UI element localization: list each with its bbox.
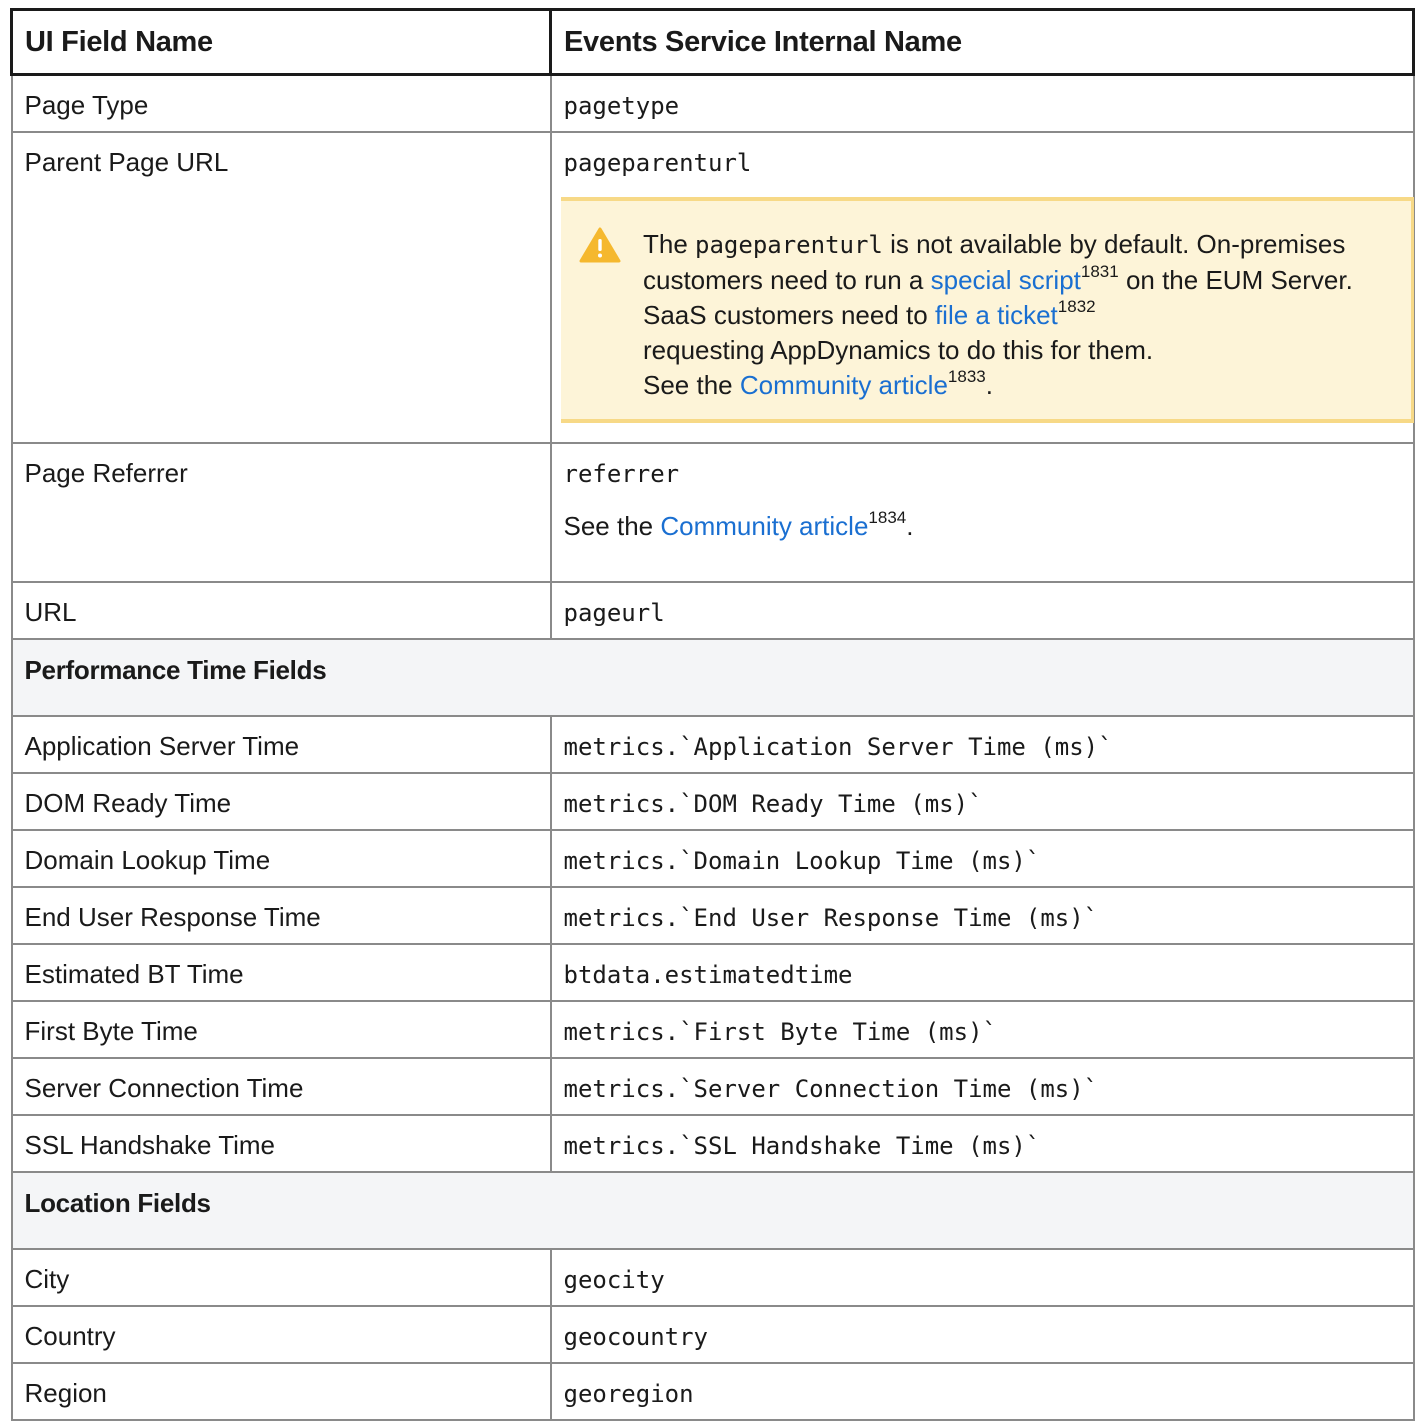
- table-row: SSL Handshake Time metrics.`SSL Handshak…: [10, 1114, 1415, 1173]
- field-label: Parent Page URL: [10, 131, 552, 444]
- warning-text-part: See the: [643, 370, 740, 400]
- field-label: Region: [10, 1362, 552, 1421]
- field-value-cell: referrer See the Community article1834.: [549, 442, 1415, 583]
- field-value: metrics.`End User Response Time (ms)`: [563, 904, 1099, 932]
- field-label: City: [10, 1248, 552, 1307]
- field-value: geocity: [563, 1266, 665, 1294]
- note-text: .: [906, 511, 914, 541]
- field-value: metrics.`DOM Ready Time (ms)`: [563, 790, 983, 818]
- table-row: Domain Lookup Time metrics.`Domain Looku…: [10, 829, 1415, 888]
- table-row: End User Response Time metrics.`End User…: [10, 886, 1415, 945]
- table-row: Estimated BT Time btdata.estimatedtime: [10, 943, 1415, 1002]
- field-value-cell: pageurl: [549, 581, 1415, 640]
- field-label: Page Referrer: [10, 442, 552, 583]
- field-value-cell: metrics.`SSL Handshake Time (ms)`: [549, 1114, 1415, 1173]
- footnote-ref: 1833: [947, 367, 986, 386]
- field-value: geocountry: [563, 1323, 709, 1351]
- field-value: metrics.`Server Connection Time (ms)`: [563, 1075, 1099, 1103]
- field-label: Application Server Time: [10, 715, 552, 774]
- field-value-cell: metrics.`Domain Lookup Time (ms)`: [549, 829, 1415, 888]
- field-label: Domain Lookup Time: [10, 829, 552, 888]
- section-header-row: Location Fields: [10, 1171, 1415, 1250]
- field-value-cell: metrics.`Application Server Time (ms)`: [549, 715, 1415, 774]
- table-row: City geocity: [10, 1248, 1415, 1307]
- section-title: Performance Time Fields: [10, 638, 1415, 717]
- warning-callout: The pageparenturl is not available by de…: [561, 197, 1414, 423]
- section-title: Location Fields: [10, 1171, 1415, 1250]
- field-label: End User Response Time: [10, 886, 552, 945]
- header-internal-name: Events Service Internal Name: [549, 8, 1415, 76]
- table-row: Country geocountry: [10, 1305, 1415, 1364]
- field-value-cell: pagetype: [549, 73, 1415, 133]
- field-label: Server Connection Time: [10, 1057, 552, 1116]
- field-value: btdata.estimatedtime: [563, 961, 853, 989]
- community-article-link[interactable]: Community article: [660, 511, 868, 541]
- field-value: pagetype: [563, 92, 680, 120]
- field-value: metrics.`Application Server Time (ms)`: [563, 733, 1113, 761]
- field-label: DOM Ready Time: [10, 772, 552, 831]
- community-article-link[interactable]: Community article: [740, 370, 948, 400]
- header-ui-field-name: UI Field Name: [10, 8, 552, 76]
- field-label: SSL Handshake Time: [10, 1114, 552, 1173]
- note-text: See the: [563, 511, 661, 541]
- table-row: Page Type pagetype: [10, 73, 1415, 133]
- field-value-cell: metrics.`First Byte Time (ms)`: [549, 1000, 1415, 1059]
- field-value-cell: btdata.estimatedtime: [549, 943, 1415, 1002]
- warning-text-part: .: [985, 370, 993, 400]
- section-header-row: Performance Time Fields: [10, 638, 1415, 717]
- warning-text-part: The: [643, 229, 696, 259]
- table-row: URL pageurl: [10, 581, 1415, 640]
- field-label: Country: [10, 1305, 552, 1364]
- field-value-cell: metrics.`Server Connection Time (ms)`: [549, 1057, 1415, 1116]
- field-value: referrer: [563, 460, 680, 488]
- table-row: Page Referrer referrer See the Community…: [10, 442, 1415, 583]
- field-value: metrics.`SSL Handshake Time (ms)`: [563, 1132, 1041, 1160]
- warning-text: The pageparenturl is not available by de…: [643, 227, 1403, 403]
- field-value-cell: georegion: [549, 1362, 1415, 1421]
- field-label: URL: [10, 581, 552, 640]
- field-value-cell: geocountry: [549, 1305, 1415, 1364]
- header-row: UI Field Name Events Service Internal Na…: [10, 8, 1415, 76]
- field-value-cell: geocity: [549, 1248, 1415, 1307]
- table-row: First Byte Time metrics.`First Byte Time…: [10, 1000, 1415, 1059]
- field-value: pageparenturl: [563, 149, 752, 177]
- referrer-note: See the Community article1834.: [563, 508, 1401, 542]
- field-label: First Byte Time: [10, 1000, 552, 1059]
- table-row: Region georegion: [10, 1362, 1415, 1421]
- footnote-ref: 1831: [1080, 262, 1119, 281]
- footnote-ref: 1834: [868, 508, 907, 527]
- warning-triangle-icon: [579, 227, 621, 263]
- special-script-link[interactable]: special script: [931, 265, 1081, 295]
- table-row: Application Server Time metrics.`Applica…: [10, 715, 1415, 774]
- field-value-cell: metrics.`End User Response Time (ms)`: [549, 886, 1415, 945]
- field-value: metrics.`First Byte Time (ms)`: [563, 1018, 997, 1046]
- warning-text-part: requesting AppDynamics to do this for th…: [643, 335, 1154, 365]
- table-row: DOM Ready Time metrics.`DOM Ready Time (…: [10, 772, 1415, 831]
- field-label: Page Type: [10, 73, 552, 133]
- table-row: Server Connection Time metrics.`Server C…: [10, 1057, 1415, 1116]
- file-a-ticket-link[interactable]: file a ticket: [935, 300, 1058, 330]
- inline-code: pageparenturl: [695, 231, 883, 259]
- field-value-cell: metrics.`DOM Ready Time (ms)`: [549, 772, 1415, 831]
- field-value: pageurl: [563, 599, 665, 627]
- field-label: Estimated BT Time: [10, 943, 552, 1002]
- footnote-ref: 1832: [1057, 297, 1096, 316]
- field-value: metrics.`Domain Lookup Time (ms)`: [563, 847, 1041, 875]
- field-value: georegion: [563, 1380, 694, 1408]
